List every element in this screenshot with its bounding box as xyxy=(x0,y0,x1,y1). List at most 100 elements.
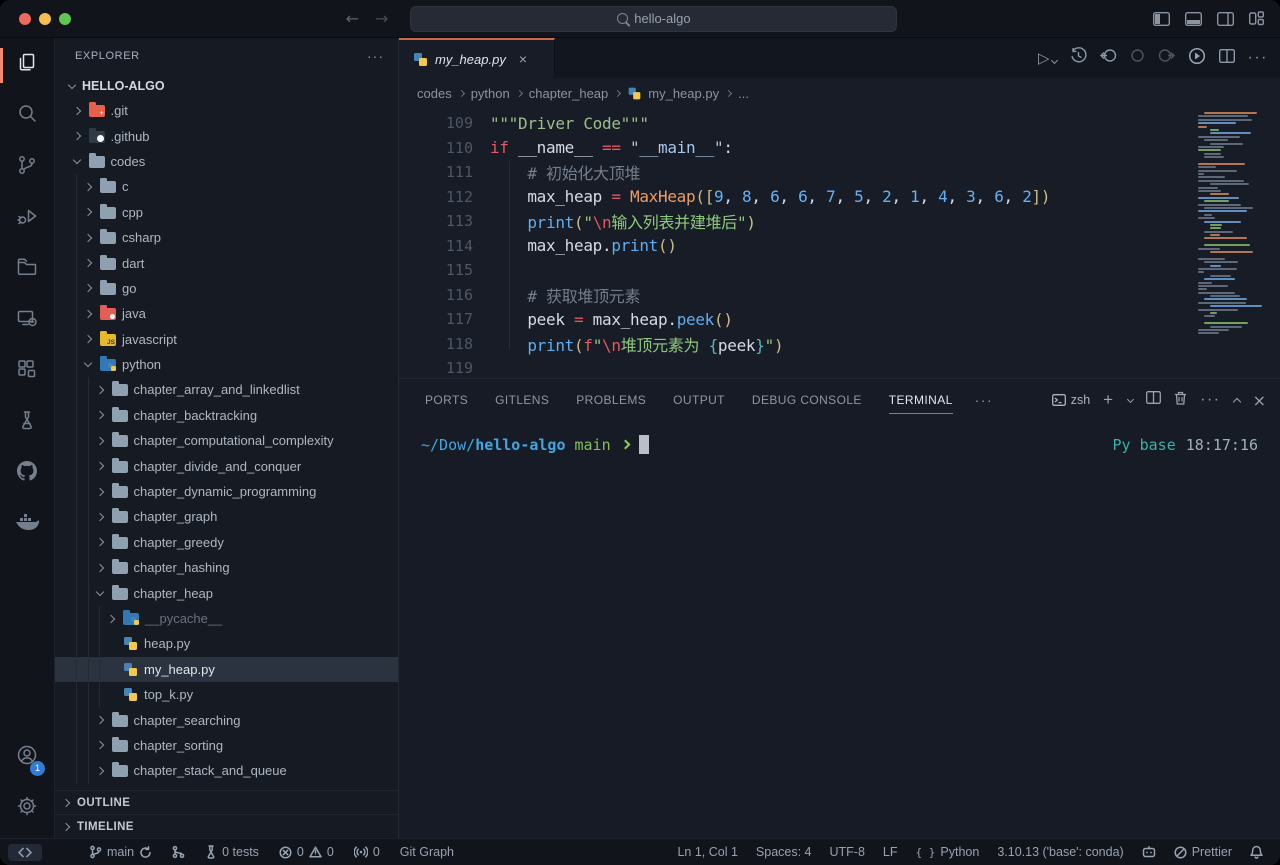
code-line-119[interactable]: 119 xyxy=(399,356,1280,378)
nav-circle-icon[interactable] xyxy=(1130,48,1145,68)
chevron-right-icon[interactable] xyxy=(84,233,92,241)
minimap[interactable] xyxy=(1198,112,1264,336)
code-line-118[interactable]: 118 print(f"\n堆顶元素为 {peek}") xyxy=(399,332,1280,357)
chevron-right-icon[interactable] xyxy=(95,563,103,571)
file-history-icon[interactable] xyxy=(1070,47,1087,69)
chevron-down-icon[interactable] xyxy=(72,156,80,164)
run-or-debug-icon[interactable] xyxy=(1188,47,1206,70)
panel-tab-terminal[interactable]: TERMINAL xyxy=(889,379,953,421)
status-indentation[interactable]: Spaces: 4 xyxy=(749,843,819,861)
tree-item-go[interactable]: go xyxy=(55,276,398,301)
activity-bar-item-search[interactable] xyxy=(0,91,54,142)
tree-item-c[interactable]: c xyxy=(55,174,398,199)
panel-tab-debug-console[interactable]: DEBUG CONSOLE xyxy=(752,379,862,421)
tree-item-chapter-sorting[interactable]: chapter_sorting xyxy=(55,733,398,758)
chevron-right-icon[interactable] xyxy=(72,132,80,140)
tree-item--pycache-[interactable]: __pycache__ xyxy=(55,606,398,631)
breadcrumb-item-chapter-heap[interactable]: chapter_heap xyxy=(529,86,609,101)
sidebar-section-outline[interactable]: OUTLINE xyxy=(55,790,398,814)
status-feedback[interactable]: 0 xyxy=(347,843,387,861)
toggle-primary-sidebar-icon[interactable] xyxy=(1153,12,1170,26)
chevron-right-icon[interactable] xyxy=(72,106,80,114)
command-center-search[interactable]: hello-algo xyxy=(410,6,897,32)
code-line-110[interactable]: 110if __name__ == "__main__": xyxy=(399,136,1280,161)
breadcrumb-item--[interactable]: ... xyxy=(738,86,749,101)
chevron-right-icon[interactable] xyxy=(84,183,92,191)
terminal-dropdown-icon[interactable] xyxy=(1127,395,1134,402)
remote-indicator[interactable] xyxy=(8,844,42,861)
nav-forward-icon[interactable] xyxy=(1158,47,1175,69)
tree-item-heap-py[interactable]: heap.py xyxy=(55,631,398,656)
split-editor-icon[interactable] xyxy=(1219,49,1235,68)
chevron-right-icon[interactable] xyxy=(95,741,103,749)
close-tab-icon[interactable]: × xyxy=(519,51,527,67)
activity-bar-item-extensions[interactable] xyxy=(0,346,54,397)
chevron-right-icon[interactable] xyxy=(84,208,92,216)
tree-item-top-k-py[interactable]: top_k.py xyxy=(55,682,398,707)
status-tests[interactable]: 0 tests xyxy=(198,843,266,861)
status-cursor-position[interactable]: Ln 1, Col 1 xyxy=(670,843,744,861)
tree-item-chapter-heap[interactable]: chapter_heap xyxy=(55,580,398,605)
tree-item-chapter-greedy[interactable]: chapter_greedy xyxy=(55,530,398,555)
sidebar-section-timeline[interactable]: TIMELINE xyxy=(55,814,398,838)
code-line-109[interactable]: 109"""Driver Code""" xyxy=(399,111,1280,136)
navigate-forward-icon[interactable]: → xyxy=(375,9,388,28)
activity-bar-item-settings[interactable] xyxy=(0,783,54,834)
chevron-down-icon[interactable] xyxy=(84,359,92,367)
tree-item-chapter-dynamic-programming[interactable]: chapter_dynamic_programming xyxy=(55,479,398,504)
activity-bar-item-project-manager[interactable] xyxy=(0,244,54,295)
activity-bar-item-docker[interactable] xyxy=(0,499,54,550)
close-panel-icon[interactable]: × xyxy=(1253,391,1266,410)
breadcrumb-item-my-heap-py[interactable]: my_heap.py xyxy=(627,86,719,101)
panel-tab-output[interactable]: OUTPUT xyxy=(673,379,725,421)
toggle-secondary-sidebar-icon[interactable] xyxy=(1217,12,1234,26)
tree-item-cpp[interactable]: cpp xyxy=(55,200,398,225)
activity-bar-item-remote-explorer[interactable] xyxy=(0,295,54,346)
tab-my-heap-py[interactable]: my_heap.py × xyxy=(399,38,555,78)
terminal-profile-button[interactable]: zsh xyxy=(1052,393,1090,407)
status-language-mode[interactable]: { }Python xyxy=(909,843,987,861)
tree-item-javascript[interactable]: JSjavascript xyxy=(55,327,398,352)
breadcrumb-item-python[interactable]: python xyxy=(471,86,510,101)
tree-item--github[interactable]: .github xyxy=(55,123,398,148)
activity-bar-item-testing[interactable] xyxy=(0,397,54,448)
tree-item-chapter-searching[interactable]: chapter_searching xyxy=(55,707,398,732)
status-git-graph[interactable]: Git Graph xyxy=(393,843,461,861)
activity-bar-item-run-and-debug[interactable] xyxy=(0,193,54,244)
tree-item--git[interactable]: +.git xyxy=(55,98,398,123)
chevron-right-icon[interactable] xyxy=(84,335,92,343)
activity-bar-item-source-control[interactable] xyxy=(0,142,54,193)
status-eol[interactable]: LF xyxy=(876,843,905,861)
tree-item-chapter-hashing[interactable]: chapter_hashing xyxy=(55,555,398,580)
breadcrumb-item-codes[interactable]: codes xyxy=(417,86,452,101)
activity-bar-item-explorer[interactable] xyxy=(0,40,54,91)
tree-item-chapter-stack-and-queue[interactable]: chapter_stack_and_queue xyxy=(55,758,398,783)
close-window-button[interactable] xyxy=(19,13,31,25)
chevron-right-icon[interactable] xyxy=(84,284,92,292)
customize-layout-icon[interactable] xyxy=(1249,11,1264,26)
panel-tab-ports[interactable]: PORTS xyxy=(425,379,468,421)
new-terminal-button[interactable]: + xyxy=(1103,390,1113,410)
code-line-113[interactable]: 113 print("\n输入列表并建堆后") xyxy=(399,209,1280,234)
panel-more-actions-icon[interactable]: ··· xyxy=(1200,391,1220,409)
activity-bar-item-github[interactable] xyxy=(0,448,54,499)
chevron-right-icon[interactable] xyxy=(95,462,103,470)
panel-tab-problems[interactable]: PROBLEMS xyxy=(576,379,646,421)
activity-bar-item-accounts[interactable]: 1 xyxy=(0,732,54,783)
code-editor[interactable]: 109"""Driver Code"""110if __name__ == "_… xyxy=(399,108,1280,378)
status-notifications[interactable] xyxy=(1243,843,1270,861)
tree-item-java[interactable]: java xyxy=(55,301,398,326)
more-actions-icon[interactable]: ··· xyxy=(1248,49,1268,67)
chevron-right-icon[interactable] xyxy=(95,487,103,495)
code-line-115[interactable]: 115 xyxy=(399,258,1280,283)
panel-tab-gitlens[interactable]: GITLENS xyxy=(495,379,549,421)
tree-item-csharp[interactable]: csharp xyxy=(55,225,398,250)
tree-item-chapter-divide-and-conquer[interactable]: chapter_divide_and_conquer xyxy=(55,453,398,478)
chevron-right-icon[interactable] xyxy=(95,513,103,521)
chevron-right-icon[interactable] xyxy=(95,411,103,419)
chevron-right-icon[interactable] xyxy=(95,767,103,775)
chevron-right-icon[interactable] xyxy=(95,437,103,445)
panel-overflow-icon[interactable]: ··· xyxy=(975,392,994,408)
tree-item-chapter-graph[interactable]: chapter_graph xyxy=(55,504,398,529)
status-python-interpreter[interactable]: 3.10.13 ('base': conda) xyxy=(990,843,1130,861)
